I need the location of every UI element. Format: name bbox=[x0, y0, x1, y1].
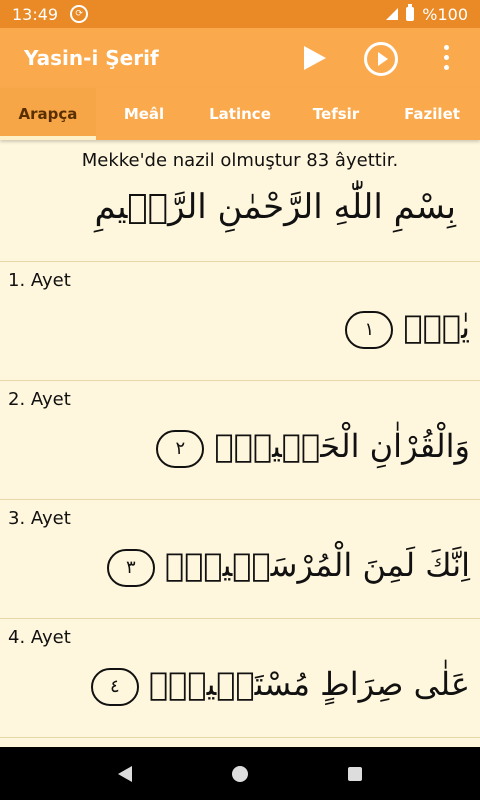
back-icon[interactable] bbox=[118, 765, 132, 782]
content-list: Mekke'de nazil olmuştur 83 âyettir. بِسْ… bbox=[0, 140, 480, 747]
ayah-item[interactable]: 1. Ayet يٰسٓۜ ١ bbox=[0, 262, 480, 380]
tab-tefsir[interactable]: Tefsir bbox=[288, 88, 384, 140]
more-vert-icon[interactable] bbox=[444, 45, 450, 71]
ayah-title: 4. Ayet bbox=[8, 627, 71, 648]
ayah-number-medallion: ٣ bbox=[106, 548, 155, 587]
tab-latince[interactable]: Latince bbox=[192, 88, 288, 140]
basmala: بِسْمِ اللّٰهِ الرَّحْمٰنِ الرَّح۪يمِ bbox=[94, 187, 456, 227]
app-title: Yasin-i Şerif bbox=[24, 46, 159, 70]
ayah-number-medallion: ٤ bbox=[90, 667, 139, 706]
signal-icon bbox=[386, 8, 399, 20]
battery-level: %100 bbox=[422, 4, 468, 24]
ayah-text: اِنَّكَ لَمِنَ الْمُرْسَل۪ينَۙ ٣ bbox=[101, 546, 470, 587]
ayah-text: وَالْقُرْاٰنِ الْحَك۪يمِۙ ٢ bbox=[150, 427, 470, 468]
tab-fazilet[interactable]: Fazilet bbox=[384, 88, 480, 140]
app-bar: Yasin-i Şerif bbox=[0, 28, 480, 88]
divider bbox=[0, 737, 480, 738]
recent-apps-icon[interactable] bbox=[348, 766, 362, 781]
ayah-number-medallion: ١ bbox=[345, 310, 394, 349]
play-circle-icon[interactable] bbox=[364, 42, 398, 76]
status-time: 13:49 bbox=[12, 4, 59, 24]
ayah-arabic: وَالْقُرْاٰنِ الْحَك۪يمِۙ bbox=[214, 427, 470, 465]
tab-arapca[interactable]: Arapça bbox=[0, 88, 96, 140]
ayah-text: عَلٰى صِرَاطٍ مُسْتَق۪يمٍۜ ٤ bbox=[85, 665, 470, 706]
status-bar: 13:49 ⟳ %100 bbox=[0, 0, 480, 28]
ayah-arabic: اِنَّكَ لَمِنَ الْمُرْسَل۪ينَۙ bbox=[165, 546, 470, 584]
ayah-number-medallion: ٢ bbox=[156, 429, 205, 468]
battery-icon bbox=[406, 4, 415, 21]
ayah-item[interactable]: 4. Ayet عَلٰى صِرَاطٍ مُسْتَق۪يمٍۜ ٤ bbox=[0, 619, 480, 737]
ayah-title: 3. Ayet bbox=[8, 508, 71, 529]
tab-meal[interactable]: Meâl bbox=[96, 88, 192, 140]
system-nav-bar bbox=[0, 747, 480, 800]
status-icons: %100 bbox=[386, 4, 468, 24]
ayah-text: يٰسٓۜ ١ bbox=[339, 308, 470, 349]
ayah-arabic: عَلٰى صِرَاطٍ مُسْتَق۪يمٍۜ bbox=[148, 665, 470, 703]
tab-bar: Arapça Meâl Latince Tefsir Fazilet bbox=[0, 88, 480, 140]
ayah-title: 1. Ayet bbox=[8, 270, 71, 291]
ayah-title: 2. Ayet bbox=[8, 389, 71, 410]
home-icon[interactable] bbox=[232, 765, 248, 782]
play-icon[interactable] bbox=[304, 46, 326, 70]
surah-info: Mekke'de nazil olmuştur 83 âyettir. bbox=[81, 150, 399, 171]
ayah-arabic: يٰسٓۜ bbox=[403, 308, 470, 346]
ayah-item[interactable]: 2. Ayet وَالْقُرْاٰنِ الْحَك۪يمِۙ ٢ bbox=[0, 381, 480, 499]
ayah-item[interactable]: 3. Ayet اِنَّكَ لَمِنَ الْمُرْسَل۪ينَۙ ٣ bbox=[0, 500, 480, 618]
sync-icon: ⟳ bbox=[70, 5, 89, 23]
